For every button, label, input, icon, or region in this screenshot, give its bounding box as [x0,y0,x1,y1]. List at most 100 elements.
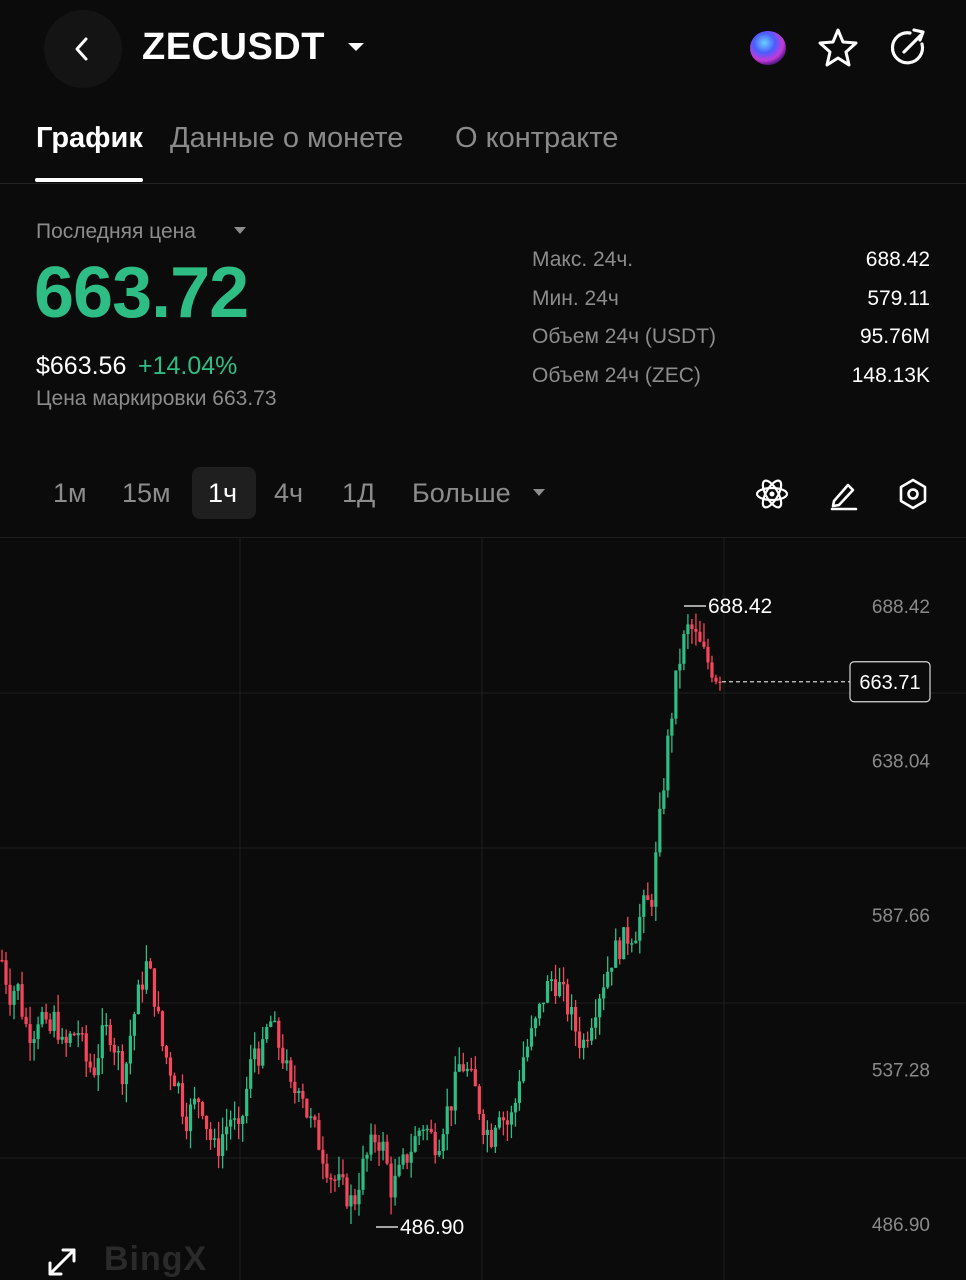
candle-body [48,1019,52,1031]
candle-body [365,1154,369,1159]
candle-body [68,1033,72,1043]
timeframe-15m[interactable]: 15м [122,478,171,509]
star-icon[interactable] [816,26,860,70]
y-axis-tick-label: 587.66 [872,906,930,927]
y-axis-tick-label: 486.90 [872,1215,930,1236]
ai-orb-icon[interactable] [746,26,790,70]
candle-body [104,1024,108,1027]
timeframe-1d[interactable]: 1Д [342,478,375,509]
timeframe-1h[interactable]: 1ч [208,478,237,509]
candle-body [610,967,614,972]
candle-body [76,1033,80,1036]
timeframe-1m[interactable]: 1м [53,478,87,509]
candle-body [349,1195,353,1207]
stat-volume-zec-value: 148.13K [851,364,930,387]
draw-pen-icon[interactable] [823,474,863,514]
candle-body [401,1154,405,1165]
candle-body [469,1068,473,1071]
candle-body [84,1033,88,1062]
candle-body [12,990,16,1005]
candle-body [573,1006,578,1032]
caret-down-icon[interactable] [532,488,546,498]
candle-body [253,1048,257,1060]
candle-body [421,1129,425,1131]
y-axis-tick-label: 638.04 [872,752,931,773]
candle-body [377,1142,381,1151]
candle-body [40,1011,44,1025]
candle-body [168,1057,173,1076]
current-price-label: 663.71 [859,672,920,694]
caret-down-icon[interactable] [233,226,247,236]
candle-body [493,1127,497,1147]
candle-body [686,624,690,635]
candle-body [8,984,12,1005]
candle-body [140,984,144,990]
stat-volume-zec-label: Объем 24ч (ZEC) [532,364,701,387]
candle-body [325,1163,329,1178]
candle-body [156,1006,161,1012]
candle-body [265,1026,269,1040]
candle-body [317,1120,321,1150]
candle-body [481,1113,485,1135]
candle-body [96,1058,100,1076]
candle-body [128,1035,132,1064]
timeframe-4h[interactable]: 4ч [274,478,303,509]
candle-body [269,1021,273,1027]
tab-coin-data[interactable]: Данные о монете [170,122,403,155]
last-price-value: 663.72 [34,253,249,333]
stat-low-label: Мин. 24ч [532,287,619,310]
tab-chart[interactable]: График [36,122,143,155]
candle-body [393,1175,397,1198]
candle-body [321,1149,325,1164]
candle-body [453,1071,457,1111]
candle-body [297,1090,301,1094]
y-axis-tick-label: 537.28 [872,1061,930,1082]
candle-body [501,1117,505,1121]
candle-body [642,895,646,917]
candle-body [285,1060,289,1064]
candle-body [120,1051,124,1085]
candle-body [497,1117,501,1128]
candlestick-chart[interactable]: 688.42 638.04 587.66 537.28 486.90 688.42 486.… [0,538,966,1280]
indicators-atom-icon[interactable] [752,474,792,514]
candle-body [582,1039,586,1048]
y-axis-tick-label: 688.42 [872,597,930,618]
tab-active-indicator [35,178,143,182]
candle-body [565,984,570,1015]
candle-body [373,1134,377,1143]
timeframe-more[interactable]: Больше [412,478,511,509]
candle-body [172,1075,177,1087]
brand-watermark: BingX [104,1240,208,1278]
tab-contract[interactable]: О контракте [455,122,618,155]
candle-body [60,1036,64,1040]
symbol-title[interactable]: ZECUSDT [142,26,325,69]
candle-body [541,1002,546,1005]
candle-body [666,735,670,791]
candle-body [100,1025,104,1059]
candle-body [329,1177,333,1180]
candle-body [557,981,562,997]
settings-hexagon-icon[interactable] [893,474,933,514]
share-icon[interactable] [886,26,930,70]
candle-body [706,646,710,663]
back-button[interactable] [44,10,122,88]
caret-down-icon[interactable] [346,40,366,54]
usd-price: $663.56 [36,352,127,380]
candle-body [32,1039,36,1043]
candle-body [361,1158,365,1190]
candle-body [212,1138,217,1140]
candle-body [650,899,654,907]
candle-body [208,1129,213,1140]
low-marker-label: 486.90 [400,1216,464,1239]
fullscreen-expand-icon[interactable] [44,1244,80,1280]
last-price-label[interactable]: Последняя цена [36,220,196,244]
candle-body [176,1083,181,1087]
candle-body [638,916,642,941]
candle-body [682,634,686,664]
candle-body [622,927,626,960]
candle-body [457,1064,461,1072]
candle-body [678,663,682,671]
candle-body [590,1027,594,1041]
candle-body [598,998,602,1018]
candle-body [485,1129,489,1135]
